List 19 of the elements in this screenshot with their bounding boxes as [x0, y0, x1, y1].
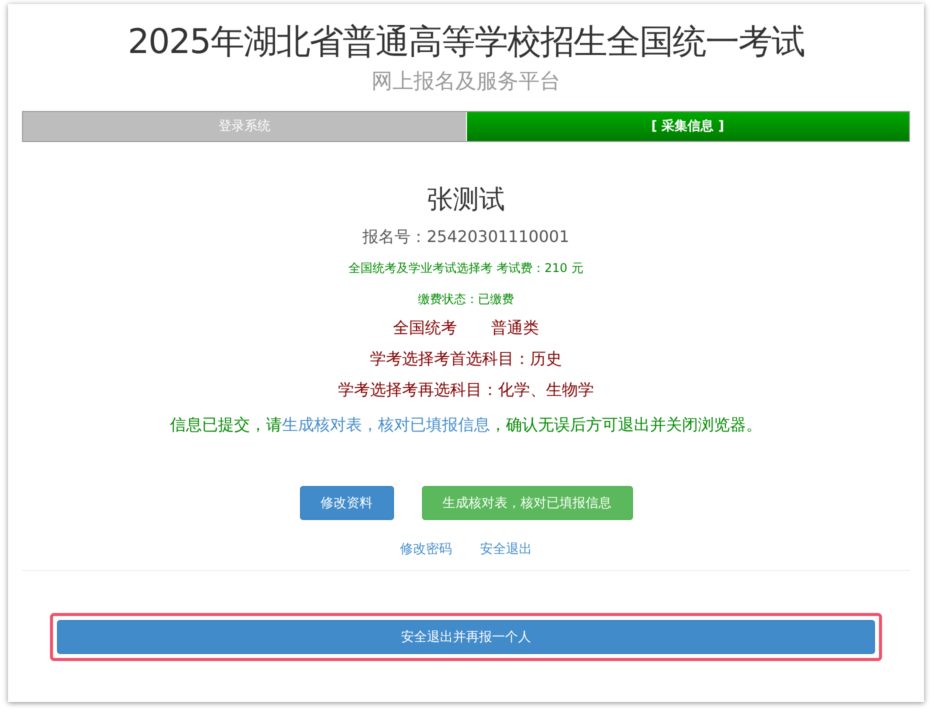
- edit-info-button[interactable]: 修改资料: [300, 486, 394, 520]
- exam-type: 全国统考: [393, 318, 457, 339]
- progress-step: 登录系统: [23, 112, 466, 141]
- progress-step: [ 采集信息 ]: [466, 112, 909, 141]
- first-subject: 学考选择考首选科目：历史: [370, 348, 562, 370]
- logout-and-register-button[interactable]: 安全退出并再报一个人: [57, 620, 875, 654]
- registration-number: 报名号：25420301110001: [362, 226, 570, 248]
- category: 普通类: [491, 318, 539, 339]
- checklist-link[interactable]: 生成核对表，核对已填报信息: [282, 414, 490, 434]
- exam-fee: 全国统考及学业考试选择考 考试费：210 元: [348, 260, 584, 277]
- generate-checklist-button[interactable]: 生成核对表，核对已填报信息: [422, 486, 632, 520]
- page-title: 2025年湖北省普通高等学校招生全国统一考试: [128, 22, 804, 63]
- notice-text: 信息已提交，请生成核对表，核对已填报信息，确认无误后方可退出并关闭浏览器。: [170, 414, 762, 436]
- candidate-name: 张测试: [427, 184, 505, 217]
- page-subtitle: 网上报名及服务平台: [372, 68, 560, 95]
- second-subjects: 学考选择考再选科目：化学、生物学: [338, 380, 594, 401]
- footer-link[interactable]: 安全退出: [480, 540, 532, 558]
- footer-link[interactable]: 修改密码: [400, 540, 452, 558]
- payment-status: 缴费状态：已缴费: [418, 290, 514, 308]
